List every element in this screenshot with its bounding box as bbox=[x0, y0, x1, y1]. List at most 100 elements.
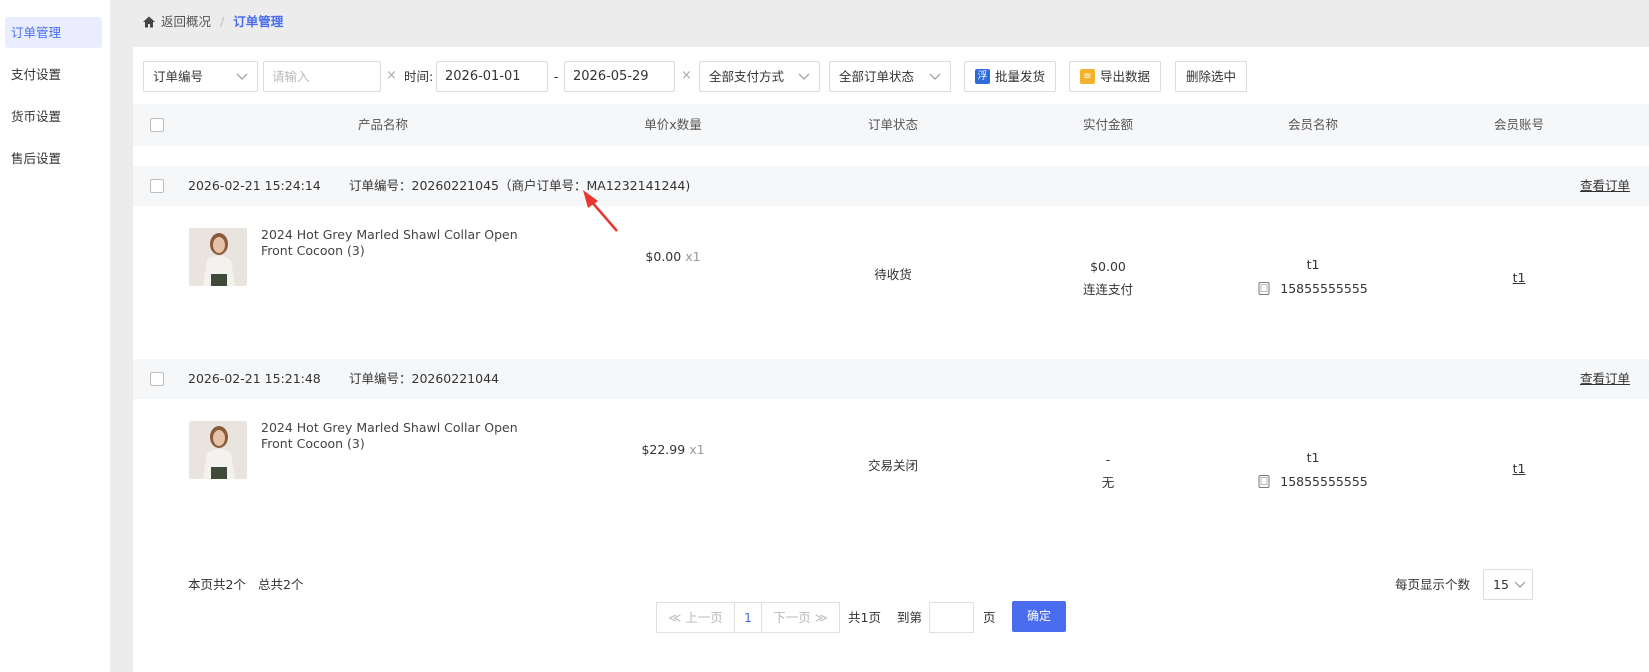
paid-amount: $0.00 bbox=[1090, 259, 1126, 274]
order-row-header: 2026-02-21 15:21:48 订单编号：20260221044 查看订… bbox=[133, 359, 1649, 399]
breadcrumb-separator: / bbox=[220, 14, 225, 29]
total-count-text: 总共2个 bbox=[257, 577, 304, 592]
prev-page-button[interactable]: ≪ 上一页 bbox=[656, 602, 735, 633]
per-page-value: 15 bbox=[1493, 577, 1509, 592]
member-phone: 15855555555 bbox=[1280, 474, 1368, 489]
annotation-arrow-icon bbox=[583, 190, 618, 232]
sidebar: 订单管理 支付设置 货币设置 售后设置 bbox=[0, 0, 110, 672]
member-name: t1 bbox=[1306, 450, 1320, 465]
product-thumbnail[interactable] bbox=[189, 228, 247, 286]
chevron-down-icon bbox=[1514, 581, 1526, 588]
phone-icon bbox=[1258, 475, 1270, 488]
next-page-button[interactable]: 下一页 ≫ bbox=[761, 602, 840, 633]
order-row-body: 2024 Hot Grey Marled Shawl Collar Open F… bbox=[133, 399, 1649, 539]
batch-ship-label: 批量发货 bbox=[995, 69, 1046, 84]
member-phone-cell: 15855555555 bbox=[1233, 280, 1393, 298]
member-account-link[interactable]: t1 bbox=[1449, 460, 1589, 478]
sidebar-item-order-management[interactable]: 订单管理 bbox=[5, 17, 102, 48]
search-field-select[interactable]: 订单编号 bbox=[143, 61, 258, 92]
order-number: 订单编号：20260221045（商户订单号：MA1232141244) bbox=[349, 178, 691, 193]
search-field-select-value: 订单编号 bbox=[153, 69, 204, 84]
time-label: 时间: bbox=[404, 69, 434, 84]
confirm-button[interactable]: 确定 bbox=[1012, 601, 1066, 632]
breadcrumb: 返回概况 / 订单管理 bbox=[142, 12, 283, 32]
header-product-name: 产品名称 bbox=[357, 117, 408, 132]
order-status-select[interactable]: 全部订单状态 bbox=[829, 61, 951, 92]
sidebar-item-payment-settings[interactable]: 支付设置 bbox=[5, 59, 102, 90]
sidebar-item-currency-settings[interactable]: 货币设置 bbox=[5, 101, 102, 132]
view-order-link[interactable]: 查看订单 bbox=[1580, 359, 1630, 399]
header-member-account: 会员账号 bbox=[1493, 117, 1544, 132]
unit-price: $0.00 bbox=[645, 249, 682, 264]
page-count-text: 本页共2个 bbox=[188, 577, 246, 592]
page-unit-label: 页 bbox=[983, 610, 996, 625]
quantity: x1 bbox=[689, 442, 705, 457]
paid-amount: - bbox=[1105, 452, 1111, 467]
member-phone: 15855555555 bbox=[1280, 281, 1368, 296]
batch-ship-icon: 浮 bbox=[975, 69, 990, 84]
per-page-select[interactable]: 15 bbox=[1483, 569, 1533, 600]
date-start-value: 2026-01-01 bbox=[445, 69, 521, 84]
export-icon: ≡ bbox=[1080, 69, 1095, 84]
member-account-link[interactable]: t1 bbox=[1449, 269, 1589, 287]
header-order-status: 订单状态 bbox=[867, 117, 918, 132]
payment-method-select-value: 全部支付方式 bbox=[709, 69, 785, 84]
product-thumbnail[interactable] bbox=[189, 421, 247, 479]
header-paid-amount: 实付金额 bbox=[1082, 117, 1133, 132]
breadcrumb-current: 订单管理 bbox=[233, 14, 284, 29]
orders-panel: 订单编号 请输入 × 时间: 2026-01-01 - 2026-05-29 ×… bbox=[133, 47, 1649, 672]
order-status-select-value: 全部订单状态 bbox=[839, 69, 915, 84]
chevron-down-icon bbox=[236, 73, 248, 80]
goto-label: 到第 bbox=[897, 610, 923, 625]
breadcrumb-back-link[interactable]: 返回概况 bbox=[161, 12, 211, 32]
price-qty-cell: $0.00 x1 bbox=[598, 248, 748, 266]
member-phone-cell: 15855555555 bbox=[1233, 473, 1393, 491]
select-all-checkbox[interactable] bbox=[150, 118, 164, 132]
order-time: 2026-02-21 15:24:14 bbox=[188, 178, 321, 193]
product-name[interactable]: 2024 Hot Grey Marled Shawl Collar Open F… bbox=[261, 420, 551, 452]
order-checkbox[interactable] bbox=[150, 179, 164, 193]
order-status: 待收货 bbox=[874, 267, 912, 282]
export-data-label: 导出数据 bbox=[1100, 69, 1151, 84]
main-area: 返回概况 / 订单管理 订单编号 请输入 × 时间: 2026-01-01 - … bbox=[110, 0, 1649, 672]
order-row-header: 2026-02-21 15:24:14 订单编号：20260221045（商户订… bbox=[133, 166, 1649, 206]
order-status: 交易关闭 bbox=[867, 458, 918, 473]
page-number-1[interactable]: 1 bbox=[734, 602, 762, 633]
date-clear-icon[interactable]: × bbox=[681, 61, 692, 92]
chevron-down-icon bbox=[929, 73, 941, 80]
pagination-info: 本页共2个 总共2个 bbox=[188, 575, 303, 595]
order-checkbox[interactable] bbox=[150, 372, 164, 386]
search-input[interactable]: 请输入 bbox=[263, 61, 381, 92]
order-row-body: 2024 Hot Grey Marled Shawl Collar Open F… bbox=[133, 206, 1649, 346]
member-name: t1 bbox=[1306, 257, 1320, 272]
home-icon[interactable] bbox=[142, 15, 156, 29]
unit-price: $22.99 bbox=[641, 442, 686, 457]
payment-method: 连连支付 bbox=[1082, 282, 1133, 297]
delete-selected-label: 删除选中 bbox=[1186, 69, 1237, 84]
payment-method-select[interactable]: 全部支付方式 bbox=[699, 61, 820, 92]
delete-selected-button[interactable]: 删除选中 bbox=[1175, 61, 1248, 92]
header-price-qty: 单价x数量 bbox=[644, 117, 702, 132]
search-clear-icon[interactable]: × bbox=[386, 61, 397, 92]
order-number: 订单编号：20260221044 bbox=[349, 371, 499, 386]
date-start-input[interactable]: 2026-01-01 bbox=[436, 61, 548, 92]
order-time: 2026-02-21 15:21:48 bbox=[188, 371, 321, 386]
total-pages: 共1页 bbox=[848, 610, 881, 625]
batch-ship-button[interactable]: 浮 批量发货 bbox=[964, 61, 1057, 92]
date-range-dash: - bbox=[554, 69, 559, 84]
date-end-input[interactable]: 2026-05-29 bbox=[564, 61, 675, 92]
payment-method: 无 bbox=[1101, 475, 1115, 490]
per-page-label: 每页显示个数 bbox=[1395, 577, 1471, 592]
chevron-down-icon bbox=[798, 73, 810, 80]
search-input-placeholder: 请输入 bbox=[272, 69, 310, 84]
goto-page-input[interactable] bbox=[929, 602, 974, 633]
phone-icon bbox=[1258, 282, 1270, 295]
date-end-value: 2026-05-29 bbox=[573, 69, 649, 84]
price-qty-cell: $22.99 x1 bbox=[598, 441, 748, 459]
header-member-name: 会员名称 bbox=[1287, 117, 1338, 132]
product-name[interactable]: 2024 Hot Grey Marled Shawl Collar Open F… bbox=[261, 227, 551, 259]
view-order-link[interactable]: 查看订单 bbox=[1580, 166, 1630, 206]
export-data-button[interactable]: ≡ 导出数据 bbox=[1069, 61, 1162, 92]
sidebar-item-after-sales-settings[interactable]: 售后设置 bbox=[5, 143, 102, 174]
quantity: x1 bbox=[685, 249, 701, 264]
